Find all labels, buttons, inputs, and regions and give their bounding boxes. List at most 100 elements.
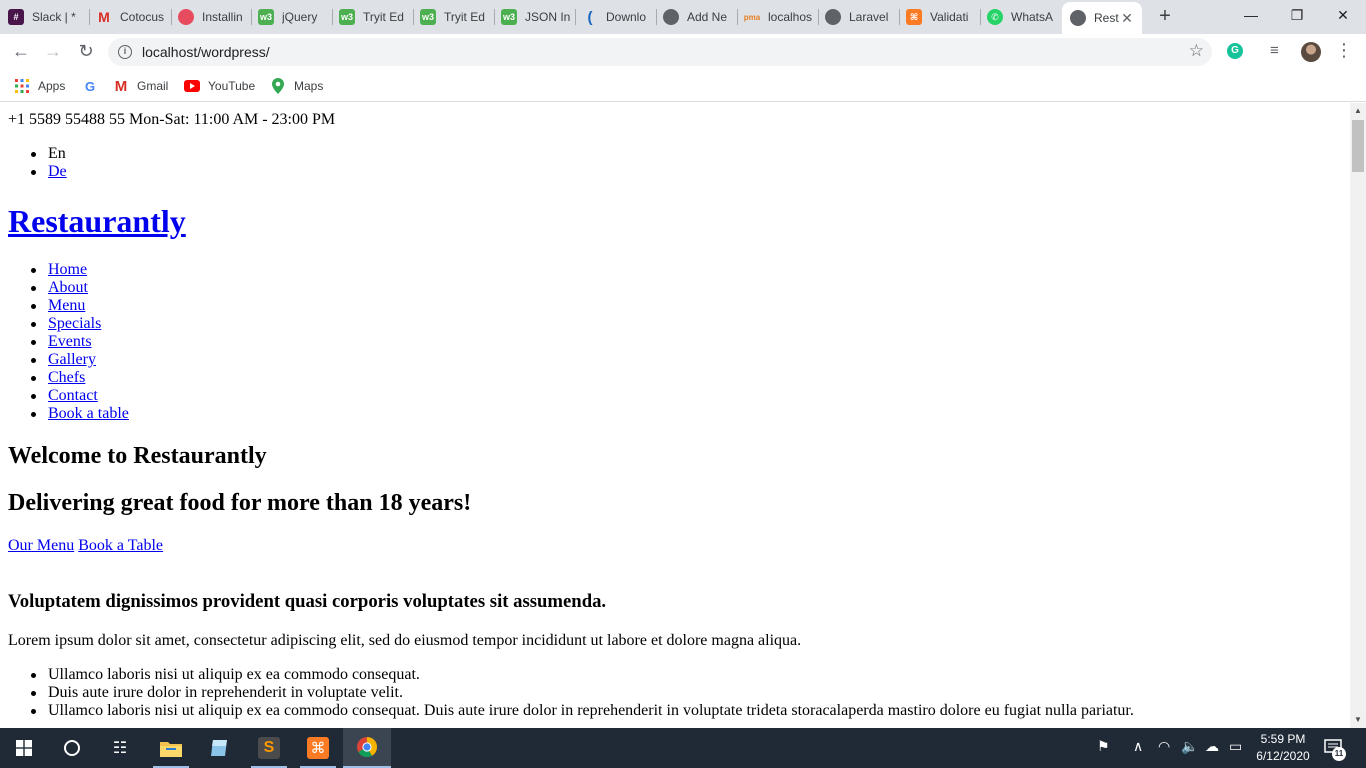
nav-link-gallery[interactable]: Gallery <box>48 351 96 368</box>
nav-item-specials: Specials <box>30 315 101 333</box>
tab-tryit-2[interactable]: w3 Tryit Ed <box>420 4 490 30</box>
nav-link-specials[interactable]: Specials <box>48 315 101 332</box>
tab-localhost-pma[interactable]: pma localhos <box>744 4 814 30</box>
tab-validation[interactable]: ⌘ Validati <box>906 4 976 30</box>
nav-link-home[interactable]: Home <box>48 261 87 278</box>
tab-json[interactable]: w3 JSON In <box>501 4 571 30</box>
tab-slack[interactable]: # Slack | * <box>8 4 84 30</box>
system-clock[interactable]: 5:59 PM 6/12/2020 <box>1248 731 1318 765</box>
globe-icon <box>1070 10 1086 26</box>
tab-installing[interactable]: Installin <box>178 4 246 30</box>
nav-item-menu: Menu <box>30 297 85 315</box>
bookmark-apps[interactable]: Apps <box>14 77 65 95</box>
language-item-en: En <box>31 145 66 162</box>
address-bar-url[interactable]: localhost/wordpress/ <box>142 44 270 60</box>
windows-logo-icon <box>16 740 32 756</box>
nav-item-home: Home <box>30 261 87 279</box>
clock-time: 5:59 PM <box>1260 732 1306 746</box>
site-title-link[interactable]: Restaurantly <box>8 203 186 239</box>
show-hidden-icons-icon[interactable]: ∧ <box>1133 738 1143 755</box>
nav-link-events[interactable]: Events <box>48 333 92 350</box>
close-tab-icon[interactable]: ✕ <box>1120 10 1134 27</box>
bookmarks-bar: Apps G M Gmail YouTube Maps <box>0 70 1366 102</box>
topbar-contact-info: +1 5589 55488 55 Mon-Sat: 11:00 AM - 23:… <box>8 111 336 128</box>
nav-link-chefs[interactable]: Chefs <box>48 369 85 386</box>
scroll-up-arrow-icon[interactable]: ▲ <box>1350 103 1366 119</box>
maps-icon <box>270 78 286 94</box>
w3schools-icon: w3 <box>420 9 436 25</box>
search-button[interactable] <box>48 728 96 768</box>
nav-item-book-a-table: Book a table <box>31 405 129 423</box>
gmail-icon: M <box>98 9 110 25</box>
globe-icon <box>663 9 679 25</box>
hero-subtitle: Delivering great food for more than 18 y… <box>8 490 472 516</box>
tab-add-new[interactable]: Add Ne <box>663 4 733 30</box>
taskbar-file-explorer[interactable] <box>147 728 195 768</box>
apps-grid-icon <box>14 78 30 94</box>
nav-link-about[interactable]: About <box>48 279 88 296</box>
folder-icon <box>160 742 182 757</box>
hero-title-wrap: Welcome to Restaurantly <box>8 442 267 470</box>
about-list-item: Ullamco laboris nisi ut aliquip ex ea co… <box>31 666 420 683</box>
back-button[interactable]: ← <box>9 40 33 64</box>
scrollbar-thumb[interactable] <box>1352 120 1364 172</box>
browser-menu-icon[interactable]: ⋮ <box>1335 40 1353 61</box>
bookmark-star-icon[interactable]: ☆ <box>1189 41 1204 61</box>
close-window-button[interactable]: ✕ <box>1320 4 1366 28</box>
taskbar-sublime-text[interactable]: S <box>245 728 293 768</box>
tab-laravel[interactable]: Laravel <box>825 4 895 30</box>
page-viewport: +1 5589 55488 55 Mon-Sat: 11:00 AM - 23:… <box>0 103 1350 728</box>
new-tab-button[interactable]: + <box>1155 6 1175 26</box>
people-icon[interactable]: ⚑ <box>1097 738 1110 755</box>
onedrive-icon[interactable]: ☁ <box>1205 738 1219 755</box>
taskbar-notepad[interactable] <box>195 728 243 768</box>
reload-button[interactable]: ↻ <box>74 40 98 64</box>
laracasts-icon <box>178 9 194 25</box>
slack-icon: # <box>8 9 24 25</box>
forward-button[interactable]: → <box>41 40 65 64</box>
wifi-icon[interactable]: ◠ <box>1158 738 1170 755</box>
restore-button[interactable]: ❐ <box>1274 4 1320 28</box>
book-a-table-link[interactable]: Book a Table <box>78 537 163 554</box>
nav-link-menu[interactable]: Menu <box>48 297 85 314</box>
volume-icon[interactable]: 🔈 <box>1181 738 1198 755</box>
site-info-icon[interactable]: i <box>118 45 132 59</box>
tab-download[interactable]: ( Downlo <box>582 4 652 30</box>
grammarly-extension-icon[interactable]: G <box>1227 43 1243 59</box>
task-view-button[interactable]: ☷ <box>96 728 144 768</box>
nav-link-contact[interactable]: Contact <box>48 387 98 404</box>
scroll-down-arrow-icon[interactable]: ▼ <box>1350 712 1366 728</box>
bookmark-maps[interactable]: Maps <box>270 77 323 95</box>
xampp-icon: ⌘ <box>307 737 329 759</box>
tab-restaurantly-active[interactable]: Rest ✕ <box>1062 2 1142 34</box>
tab-strip: # Slack | * M Cotocus Installin w3 jQuer… <box>0 0 1366 34</box>
battery-icon[interactable]: ▭ <box>1229 738 1242 755</box>
minimize-button[interactable]: — <box>1228 4 1274 28</box>
our-menu-link[interactable]: Our Menu <box>8 537 74 554</box>
media-controls-icon[interactable]: ≡ <box>1270 42 1279 59</box>
tab-jquery[interactable]: w3 jQuery <box>258 4 328 30</box>
gmail-icon: M <box>114 77 128 95</box>
taskbar-xampp[interactable]: ⌘ <box>294 728 342 768</box>
address-bar[interactable]: i localhost/wordpress/ ☆ <box>108 38 1212 66</box>
about-heading-wrap: Voluptatem dignissimos provident quasi c… <box>8 591 606 613</box>
page-scrollbar[interactable]: ▲ ▼ <box>1350 103 1366 728</box>
nav-link-book-a-table[interactable]: Book a table <box>48 405 129 422</box>
tab-cotocus[interactable]: M Cotocus <box>96 4 166 30</box>
bookmark-google[interactable]: G <box>82 77 106 95</box>
profile-avatar[interactable] <box>1301 42 1321 62</box>
nav-item-events: Events <box>31 333 92 351</box>
xampp-icon: ⌘ <box>906 9 922 25</box>
bookmark-gmail[interactable]: M Gmail <box>113 77 169 95</box>
globe-icon <box>825 9 841 25</box>
tab-tryit-1[interactable]: w3 Tryit Ed <box>339 4 409 30</box>
language-link-de[interactable]: De <box>48 163 67 180</box>
browser-toolbar: ← → ↻ i localhost/wordpress/ ☆ G ≡ ⋮ <box>0 34 1366 70</box>
action-center-button[interactable]: 11 <box>1322 737 1346 761</box>
tab-whatsapp[interactable]: ✆ WhatsA <box>987 4 1057 30</box>
google-icon: G <box>84 78 96 94</box>
taskbar-chrome[interactable] <box>343 728 391 768</box>
bookmark-youtube[interactable]: YouTube <box>184 77 255 95</box>
notification-count-badge: 11 <box>1332 747 1346 761</box>
start-button[interactable] <box>0 728 48 768</box>
